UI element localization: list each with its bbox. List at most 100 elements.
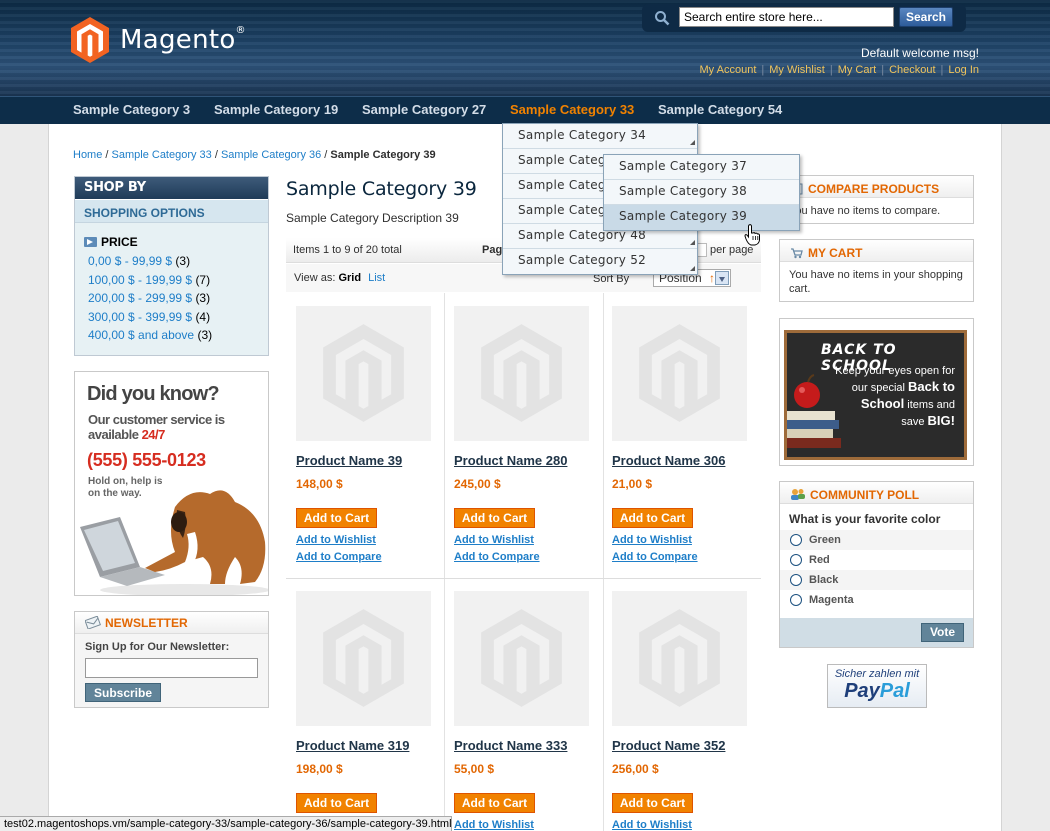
sort-direction-icon[interactable]: ↑	[709, 271, 715, 285]
apple-books-illustration	[787, 374, 841, 448]
price-range-item: 200,00 $ - 299,99 $ (3)	[88, 291, 212, 310]
product-name[interactable]: Product Name 333	[454, 738, 567, 753]
shop-by-title: SHOP BY	[75, 177, 268, 199]
poll-option-label: Magenta	[809, 594, 854, 606]
list-view-link[interactable]: List	[368, 272, 385, 284]
poll-option-black[interactable]: Black	[780, 570, 973, 590]
radio-icon[interactable]	[790, 534, 802, 546]
my-cart-block: MY CART You have no items in your shoppi…	[779, 239, 974, 302]
add-to-cart-button[interactable]: Add to Cart	[296, 793, 377, 813]
add-to-cart-button[interactable]: Add to Cart	[454, 793, 535, 813]
breadcrumb-sample-category-36[interactable]: Sample Category 36	[221, 149, 321, 161]
search-button[interactable]: Search	[899, 7, 953, 27]
checkout-link[interactable]: Checkout	[889, 64, 935, 76]
dropdown-item-sample-category-34[interactable]: Sample Category 34	[503, 124, 697, 149]
customer-service-banner[interactable]: Did you know? Our customer service is av…	[74, 371, 269, 596]
product-name[interactable]: Product Name 280	[454, 453, 567, 468]
envelope-icon	[85, 616, 101, 629]
subscribe-button[interactable]: Subscribe	[85, 683, 161, 702]
nav-item-sample-category-33[interactable]: Sample Category 33	[510, 102, 634, 117]
nav-item-sample-category-3[interactable]: Sample Category 3	[73, 102, 190, 117]
limit-select[interactable]	[697, 243, 707, 257]
product-item: Product Name 280 245,00 $ Add to Cart Ad…	[454, 293, 604, 573]
vote-button[interactable]: Vote	[921, 623, 964, 642]
poll-option-green[interactable]: Green	[780, 530, 973, 550]
price-filter-title: PRICE	[84, 235, 138, 249]
newsletter-email-input[interactable]	[85, 658, 258, 678]
poll-title-text: COMMUNITY POLL	[810, 487, 920, 502]
paypal-badge[interactable]: Sicher zahlen mit PayPal	[827, 664, 927, 708]
poll-option-red[interactable]: Red	[780, 550, 973, 570]
dropdown-item-sample-category-39[interactable]: Sample Category 39	[604, 205, 799, 230]
dropdown-item-label: Sample Catego	[518, 203, 614, 217]
price-range-count: (3)	[195, 291, 211, 305]
add-to-compare-link[interactable]: Add to Compare	[296, 551, 382, 563]
log-in-link[interactable]: Log In	[948, 64, 979, 76]
pages-label: Pag	[482, 244, 503, 256]
nav-item-sample-category-54[interactable]: Sample Category 54	[658, 102, 782, 117]
dropdown-item-sample-category-38[interactable]: Sample Category 38	[604, 180, 799, 205]
add-to-cart-button[interactable]: Add to Cart	[296, 508, 377, 528]
product-image[interactable]	[612, 591, 747, 726]
add-to-wishlist-link[interactable]: Add to Wishlist	[612, 819, 692, 831]
search-box: Search	[642, 4, 966, 32]
product-item: Product Name 306 21,00 $ Add to Cart Add…	[612, 293, 762, 573]
nav-item-sample-category-19[interactable]: Sample Category 19	[214, 102, 338, 117]
add-to-wishlist-link[interactable]: Add to Wishlist	[612, 534, 692, 546]
my-account-link[interactable]: My Account	[700, 64, 757, 76]
my-cart-link[interactable]: My Cart	[838, 64, 877, 76]
logo[interactable]: Magento®	[70, 16, 246, 64]
poll-question: What is your favorite color	[789, 512, 941, 526]
price-range-link[interactable]: 400,00 $ and above	[88, 328, 194, 342]
add-to-cart-button[interactable]: Add to Cart	[612, 508, 693, 528]
chalkboard-surface: BACK TO SCHOOL Keep your eyes open for o…	[787, 333, 964, 457]
dropdown-item-label: Sample Category 52	[518, 253, 647, 267]
back-to-school-banner[interactable]: BACK TO SCHOOL Keep your eyes open for o…	[779, 318, 974, 466]
add-to-cart-button[interactable]: Add to Cart	[612, 793, 693, 813]
radio-icon[interactable]	[790, 574, 802, 586]
price-range-item: 100,00 $ - 199,99 $ (7)	[88, 273, 212, 292]
paypal-pay: Pay	[844, 680, 880, 702]
add-to-cart-button[interactable]: Add to Cart	[454, 508, 535, 528]
product-grid: Product Name 39 148,00 $ Add to Cart Add…	[286, 293, 761, 831]
price-range-item: 0,00 $ - 99,99 $ (3)	[88, 254, 212, 273]
view-as-label: View as:	[294, 272, 336, 284]
price-range-count: (3)	[175, 254, 191, 268]
add-to-compare-link[interactable]: Add to Compare	[454, 551, 540, 563]
poll-option-magenta[interactable]: Magenta	[780, 590, 973, 610]
breadcrumb-sample-category-33[interactable]: Sample Category 33	[112, 149, 212, 161]
add-to-wishlist-link[interactable]: Add to Wishlist	[454, 819, 534, 831]
price-range-link[interactable]: 100,00 $ - 199,99 $	[88, 273, 192, 287]
price-range-link[interactable]: 200,00 $ - 299,99 $	[88, 291, 192, 305]
search-input[interactable]	[679, 7, 894, 27]
breadcrumb-home[interactable]: Home	[73, 149, 102, 161]
product-name[interactable]: Product Name 352	[612, 738, 725, 753]
my-wishlist-link[interactable]: My Wishlist	[769, 64, 825, 76]
product-name[interactable]: Product Name 39	[296, 453, 402, 468]
add-to-wishlist-link[interactable]: Add to Wishlist	[296, 534, 376, 546]
product-image[interactable]	[296, 306, 431, 441]
radio-icon[interactable]	[790, 594, 802, 606]
add-to-wishlist-link[interactable]: Add to Wishlist	[454, 534, 534, 546]
dropdown-item-sample-category-37[interactable]: Sample Category 37	[604, 155, 799, 180]
product-image[interactable]	[612, 306, 747, 441]
poll-option-label: Green	[809, 534, 841, 546]
dropdown-item-label: Sample Category 39	[619, 209, 748, 223]
radio-icon[interactable]	[790, 554, 802, 566]
dropdown-item-label: Sample Category 37	[619, 159, 748, 173]
price-range-link[interactable]: 0,00 $ - 99,99 $	[88, 254, 172, 268]
product-name[interactable]: Product Name 319	[296, 738, 409, 753]
items-amount: Items 1 to 9 of 20 total	[293, 244, 402, 256]
add-to-compare-link[interactable]: Add to Compare	[612, 551, 698, 563]
product-placeholder-icon	[481, 609, 562, 707]
dog-laptop-illustration	[80, 490, 268, 595]
product-image[interactable]	[454, 591, 589, 726]
dropdown-item-sample-category-52[interactable]: Sample Category 52	[503, 249, 697, 274]
nav-item-sample-category-27[interactable]: Sample Category 27	[362, 102, 486, 117]
price-range-link[interactable]: 300,00 $ - 399,99 $	[88, 310, 192, 324]
welcome-message: Default welcome msg!	[860, 46, 979, 60]
product-image[interactable]	[296, 591, 431, 726]
nav-submenu: Sample Category 37 Sample Category 38 Sa…	[603, 154, 800, 231]
product-name[interactable]: Product Name 306	[612, 453, 725, 468]
product-image[interactable]	[454, 306, 589, 441]
